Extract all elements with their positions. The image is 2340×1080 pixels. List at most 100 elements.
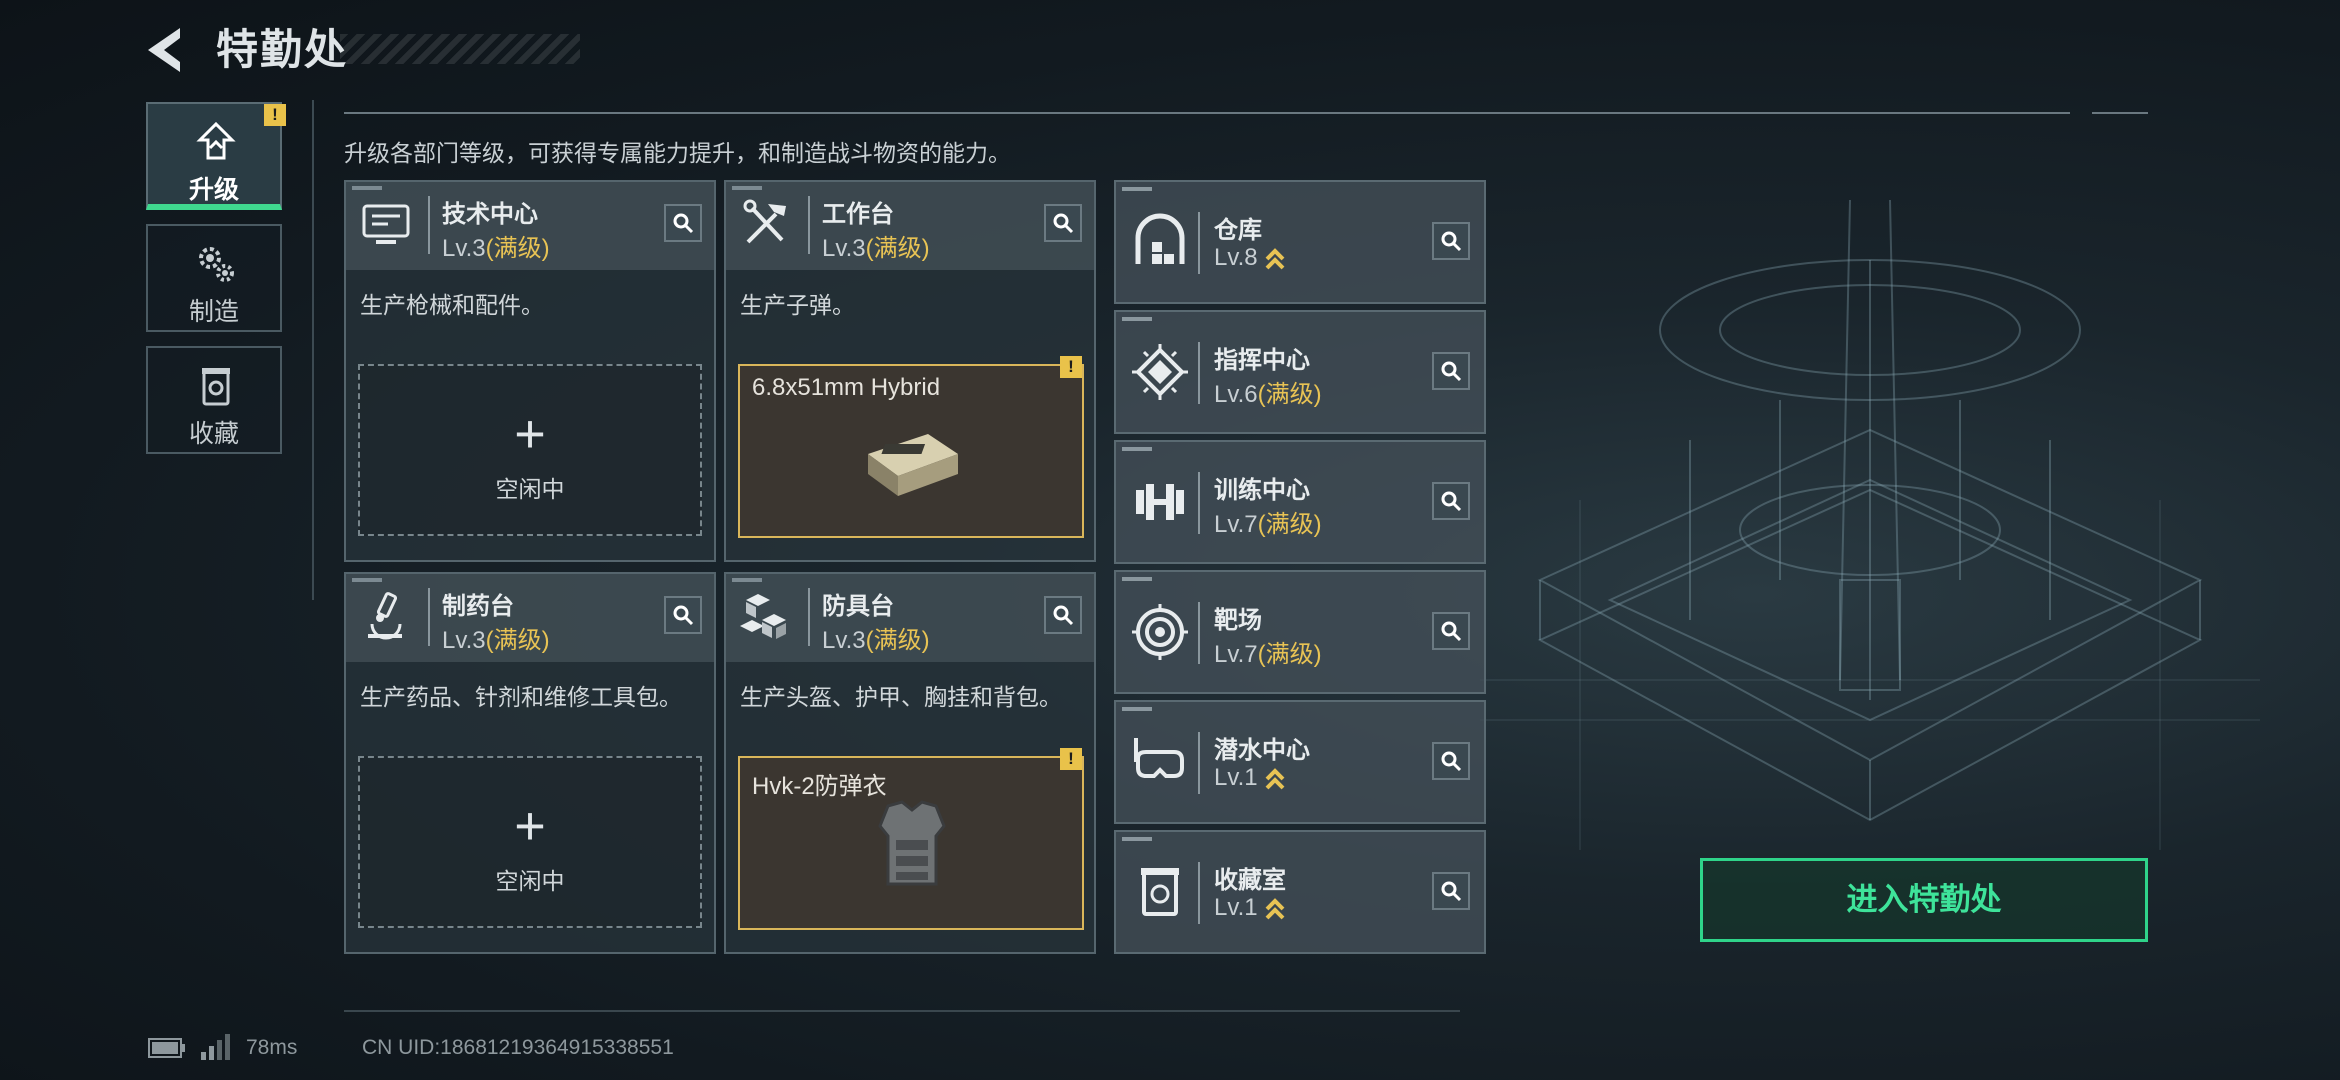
dept-card-workbench: 工作台 Lv.3(满级) 生产子弹。 6.8x51mm Hybrid ! bbox=[724, 180, 1096, 562]
facility-card-diving-center[interactable]: 潜水中心 Lv.1 bbox=[1114, 700, 1486, 824]
dept-level: Lv.3(满级) bbox=[822, 627, 930, 654]
dept-name: 防具台 bbox=[822, 593, 894, 620]
item-alert-badge: ! bbox=[1060, 356, 1082, 378]
ammo-box-icon bbox=[868, 434, 958, 496]
dept-name: 技术中心 bbox=[442, 201, 538, 228]
divider-line bbox=[344, 112, 2070, 114]
production-slot-item[interactable]: 6.8x51mm Hybrid ! bbox=[738, 356, 1084, 538]
dumbbell-icon bbox=[1136, 484, 1184, 520]
slot-status: 空闲中 bbox=[495, 476, 565, 502]
collection-room-icon bbox=[1141, 868, 1179, 916]
facility-level: Lv.1 bbox=[1214, 764, 1286, 792]
facility-name: 潜水中心 bbox=[1214, 737, 1310, 764]
dept-level: Lv.3(满级) bbox=[822, 235, 930, 262]
upgrade-available-icon bbox=[1265, 247, 1285, 270]
search-icon bbox=[1441, 881, 1462, 902]
upgrade-available-icon bbox=[1265, 767, 1285, 790]
add-icon: + bbox=[514, 404, 546, 464]
facility-level: Lv.7(满级) bbox=[1214, 511, 1322, 538]
monitor-icon bbox=[362, 204, 410, 244]
facility-level: Lv.8 bbox=[1214, 244, 1286, 272]
command-chip-icon bbox=[1132, 344, 1188, 400]
search-icon bbox=[1441, 231, 1462, 252]
tools-icon bbox=[743, 199, 786, 244]
target-icon bbox=[1132, 604, 1188, 660]
tab-upgrade[interactable]: 升级 ! bbox=[146, 102, 286, 210]
enter-special-ops-button[interactable]: 进入特勤处 bbox=[1700, 858, 2148, 942]
search-button[interactable] bbox=[1044, 596, 1082, 634]
search-button[interactable] bbox=[1432, 482, 1470, 520]
facility-name: 收藏室 bbox=[1214, 867, 1286, 894]
facility-card-training-center[interactable]: 训练中心 Lv.7(满级) bbox=[1114, 440, 1486, 564]
page-title: 特勤处 bbox=[216, 26, 349, 73]
add-icon: + bbox=[514, 796, 546, 856]
warehouse-icon bbox=[1135, 213, 1185, 264]
slot-status: 空闲中 bbox=[495, 868, 565, 894]
search-icon bbox=[1441, 361, 1462, 382]
back-arrow-icon bbox=[148, 28, 180, 72]
tab-upgrade-label: 升级 bbox=[188, 176, 239, 204]
facility-card-collection-room[interactable]: 收藏室 Lv.1 bbox=[1114, 830, 1486, 954]
search-button[interactable] bbox=[664, 596, 702, 634]
body-armor-icon bbox=[878, 800, 946, 886]
title-decoration bbox=[340, 34, 580, 64]
dept-card-tech-center: 技术中心 Lv.3(满级) 生产枪械和配件。 + 空闲中 bbox=[344, 180, 716, 562]
search-button[interactable] bbox=[1432, 872, 1470, 910]
microscope-icon bbox=[368, 592, 402, 640]
dept-card-pharmacy: 制药台 Lv.3(满级) 生产药品、针剂和维修工具包。 + 空闲中 bbox=[344, 572, 716, 954]
dept-description: 生产枪械和配件。 bbox=[360, 292, 544, 318]
search-icon bbox=[1053, 213, 1074, 234]
frame-line bbox=[312, 100, 314, 600]
facility-card-shooting-range[interactable]: 靶场 Lv.7(满级) bbox=[1114, 570, 1486, 694]
facility-level: Lv.6(满级) bbox=[1214, 381, 1322, 408]
item-name: 6.8x51mm Hybrid bbox=[752, 374, 941, 401]
tab-collection-label: 收藏 bbox=[188, 420, 239, 448]
item-alert-badge: ! bbox=[1060, 748, 1082, 770]
dept-description: 生产药品、针剂和维修工具包。 bbox=[360, 684, 682, 710]
facility-name: 仓库 bbox=[1214, 217, 1262, 244]
back-button[interactable] bbox=[140, 22, 196, 78]
search-icon bbox=[1053, 605, 1074, 626]
facility-name: 靶场 bbox=[1214, 607, 1262, 634]
search-icon bbox=[1441, 491, 1462, 512]
search-icon bbox=[673, 605, 694, 626]
upgrade-icon bbox=[196, 121, 236, 160]
bottom-divider bbox=[344, 1010, 1460, 1012]
dept-name: 工作台 bbox=[822, 201, 894, 228]
facility-card-command-center[interactable]: 指挥中心 Lv.6(满级) bbox=[1114, 310, 1486, 434]
dept-name: 制药台 bbox=[442, 593, 514, 620]
search-button[interactable] bbox=[1432, 222, 1470, 260]
tab-craft[interactable]: 制造 bbox=[146, 224, 282, 332]
search-icon bbox=[1441, 621, 1462, 642]
dept-description: 生产头盔、护甲、胸挂和背包。 bbox=[740, 684, 1062, 710]
card-header: 防具台 Lv.3(满级) bbox=[726, 574, 1094, 662]
production-slot-item[interactable]: Hvk-2防弹衣 ! bbox=[738, 748, 1084, 930]
search-icon bbox=[1441, 751, 1462, 772]
page-subtitle: 升级各部门等级，可获得专属能力提升，和制造战斗物资的能力。 bbox=[344, 140, 1011, 166]
production-slot-empty[interactable]: + 空闲中 bbox=[358, 756, 702, 928]
search-button[interactable] bbox=[1432, 612, 1470, 650]
dept-level: Lv.3(满级) bbox=[442, 235, 550, 262]
search-button[interactable] bbox=[1432, 742, 1470, 780]
search-button[interactable] bbox=[1432, 352, 1470, 390]
search-icon bbox=[673, 213, 694, 234]
tab-collection[interactable]: 收藏 bbox=[146, 346, 282, 454]
tab-craft-label: 制造 bbox=[188, 298, 239, 326]
production-slot-empty[interactable]: + 空闲中 bbox=[358, 364, 702, 536]
signal-icon bbox=[201, 1034, 230, 1060]
facility-card-warehouse[interactable]: 仓库 Lv.8 bbox=[1114, 180, 1486, 304]
facility-name: 指挥中心 bbox=[1214, 347, 1310, 374]
search-button[interactable] bbox=[664, 204, 702, 242]
collection-icon bbox=[202, 368, 230, 406]
armor-blocks-icon bbox=[740, 594, 786, 639]
search-button[interactable] bbox=[1044, 204, 1082, 242]
upgrade-alert-badge: ! bbox=[264, 104, 286, 126]
dept-level: Lv.3(满级) bbox=[442, 627, 550, 654]
blueprint-building-illustration bbox=[1480, 200, 2260, 850]
divider-line-end bbox=[2092, 112, 2148, 114]
facility-level: Lv.7(满级) bbox=[1214, 641, 1322, 668]
battery-icon bbox=[148, 1038, 185, 1058]
upgrade-available-icon bbox=[1265, 897, 1285, 920]
gears-icon bbox=[199, 247, 234, 282]
card-header: 制药台 Lv.3(满级) bbox=[346, 574, 714, 662]
